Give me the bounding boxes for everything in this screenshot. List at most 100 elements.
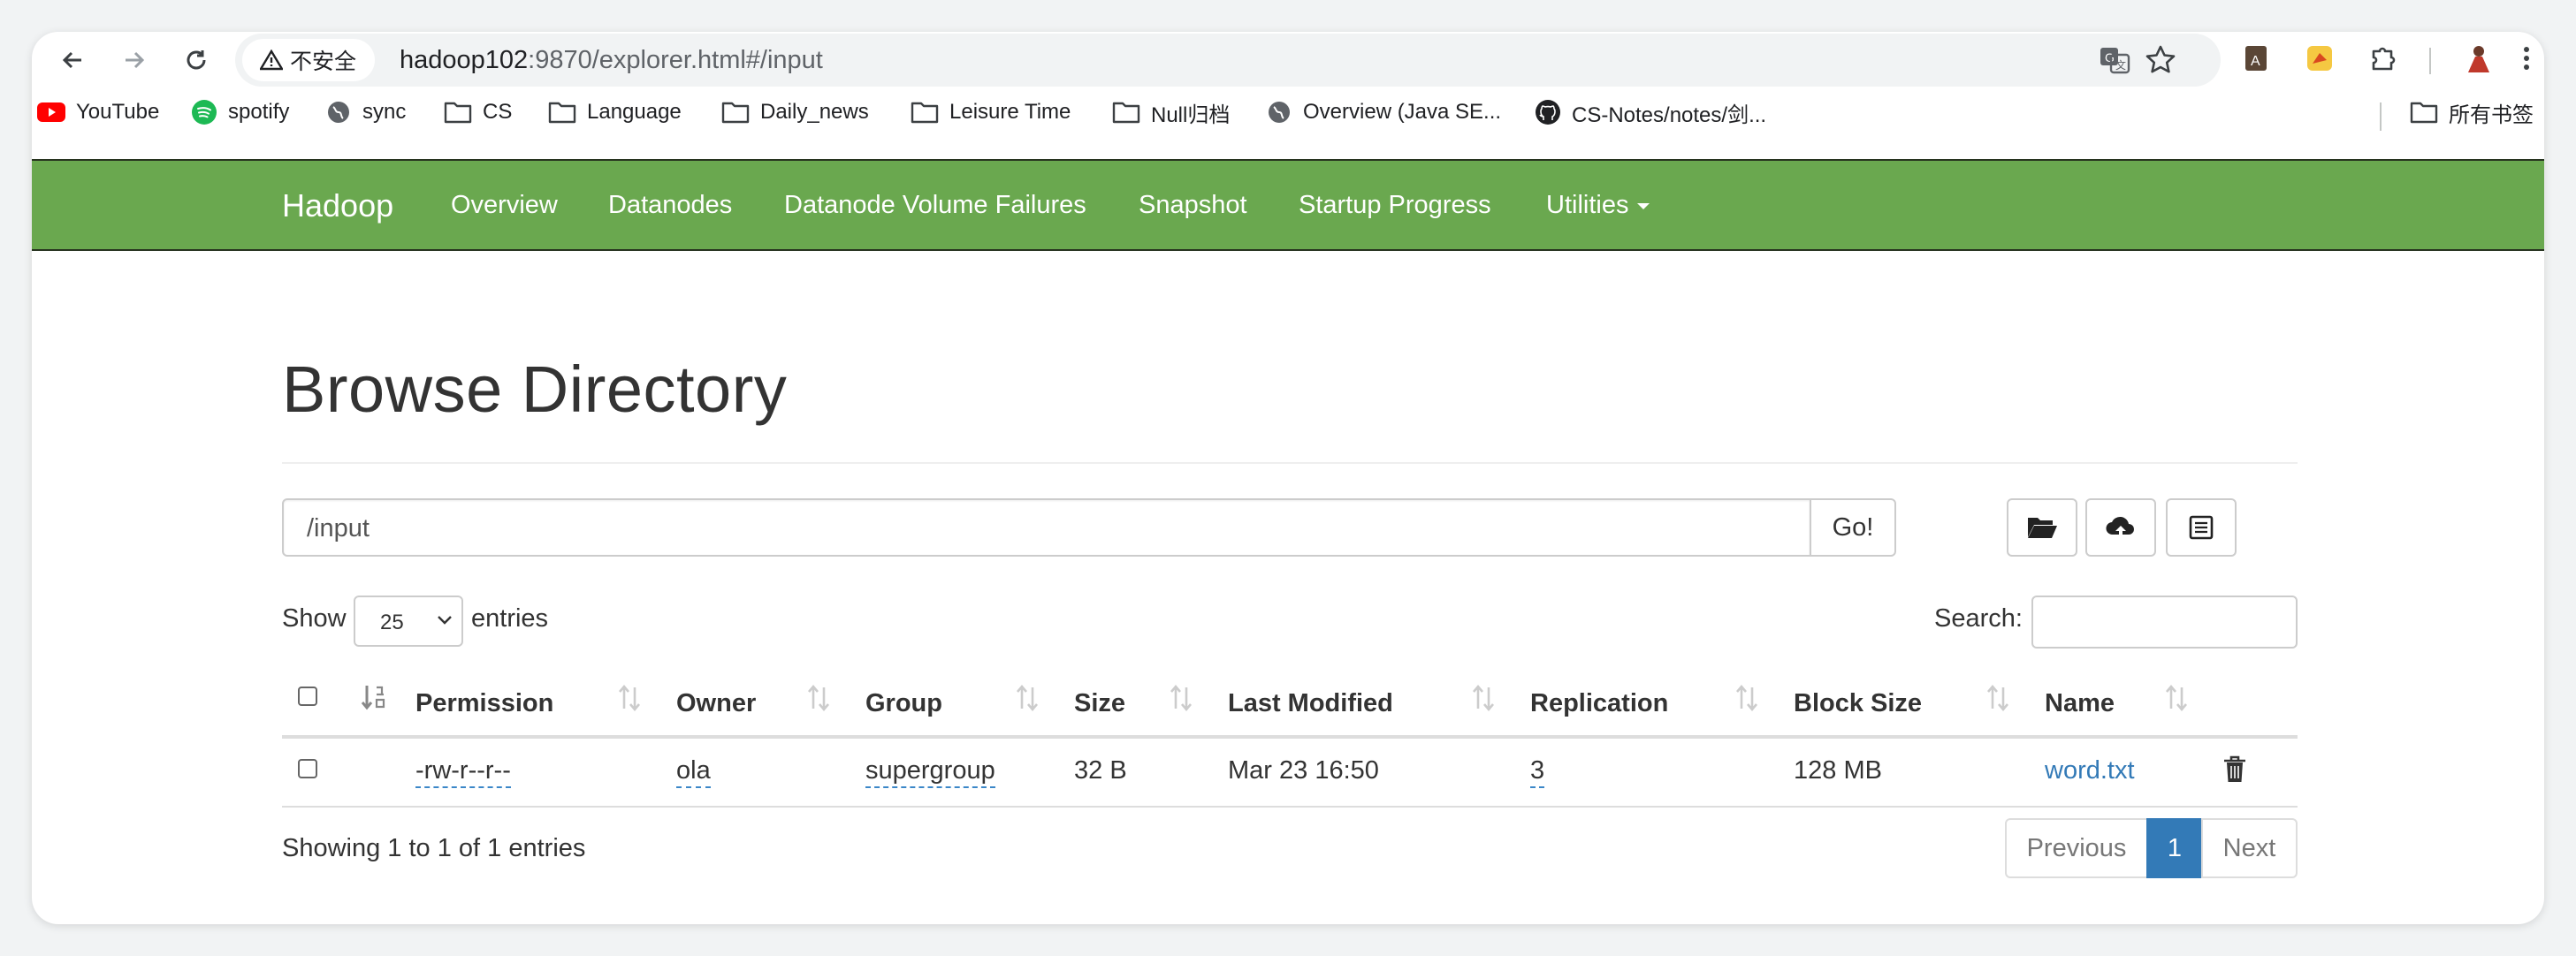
cell-group[interactable]: supergroup — [865, 756, 995, 788]
back-arrow-icon — [62, 51, 81, 69]
bookmark-sync[interactable]: sync — [325, 90, 406, 134]
column-header-block-size[interactable]: Block Size — [1794, 689, 1922, 718]
sort-icon[interactable] — [1015, 682, 1040, 714]
table-search-input[interactable] — [2031, 596, 2298, 649]
sort-icon[interactable] — [2164, 682, 2189, 714]
folder-icon — [444, 102, 472, 124]
upload-files-button[interactable] — [2085, 498, 2156, 557]
chevron-down-icon — [438, 616, 452, 625]
sort-numeric-icon[interactable] — [359, 682, 389, 714]
url-host: hadoop102 — [400, 46, 529, 74]
bookmark-label: spotify — [228, 100, 290, 124]
search-label: Search: — [1934, 604, 2023, 633]
bookmark-label: CS-Notes/notes/剑... — [1572, 102, 1767, 127]
extensions-puzzle-icon[interactable] — [2366, 41, 2401, 76]
column-header-permission[interactable]: Permission — [415, 689, 553, 718]
bookmarks-divider — [2380, 102, 2382, 131]
column-header-last-modified[interactable]: Last Modified — [1228, 689, 1393, 718]
forward-button[interactable] — [117, 42, 152, 78]
show-label: Show — [282, 604, 347, 633]
column-header-owner[interactable]: Owner — [676, 689, 756, 718]
sort-icon[interactable] — [806, 682, 831, 714]
page-title: Browse Directory — [282, 353, 788, 426]
file-name-link[interactable]: word.txt — [2045, 756, 2135, 785]
entries-per-page-select[interactable]: 25 — [354, 596, 463, 647]
address-bar[interactable]: 不安全 hadoop102:9870/explorer.html#/input … — [235, 34, 2221, 87]
sort-icon[interactable] — [1471, 682, 1496, 714]
sort-icon[interactable] — [1169, 682, 1193, 714]
sort-icon[interactable] — [1985, 682, 2010, 714]
nav-datanodes[interactable]: Datanodes — [608, 191, 732, 220]
pagination-next[interactable]: Next — [2201, 818, 2298, 878]
svg-text:A: A — [2251, 54, 2260, 69]
row-checkbox[interactable] — [298, 759, 317, 778]
cut-paste-button[interactable] — [2166, 498, 2237, 557]
folder-open-icon — [2028, 518, 2057, 538]
column-header-group[interactable]: Group — [865, 689, 942, 718]
browser-window: 不安全 hadoop102:9870/explorer.html#/input … — [32, 32, 2544, 924]
replication-value: 3 — [1530, 756, 1545, 788]
bookmark-label: Daily_news — [760, 100, 869, 124]
go-button[interactable]: Go! — [1810, 498, 1896, 557]
group-value: supergroup — [865, 756, 995, 788]
bookmark-folder-null[interactable]: Null归档 — [1112, 90, 1230, 134]
bookmark-folder-cs[interactable]: CS — [444, 90, 512, 134]
bookmark-folder-daily-news[interactable]: Daily_news — [721, 90, 869, 134]
svg-text:G: G — [2105, 50, 2115, 64]
menu-kebab-icon[interactable] — [2509, 41, 2544, 76]
bookmark-youtube[interactable]: YouTube — [37, 90, 159, 134]
cell-permission[interactable]: -rw-r--r-- — [415, 756, 511, 788]
cloud-upload-icon — [2106, 516, 2134, 538]
folder-icon — [911, 102, 939, 124]
cell-owner[interactable]: ola — [676, 756, 711, 788]
url-text[interactable]: hadoop102:9870/explorer.html#/input — [400, 46, 823, 75]
folder-icon — [1112, 102, 1140, 124]
column-header-name[interactable]: Name — [2045, 689, 2115, 718]
back-button[interactable] — [55, 42, 90, 78]
nav-overview[interactable]: Overview — [451, 191, 558, 220]
column-header-size[interactable]: Size — [1074, 689, 1125, 718]
cell-size: 32 B — [1074, 756, 1127, 785]
bookmark-label: CS — [483, 100, 513, 124]
column-header-replication[interactable]: Replication — [1530, 689, 1668, 718]
nav-startup-progress[interactable]: Startup Progress — [1299, 191, 1491, 220]
bookmark-spotify[interactable]: spotify — [191, 90, 289, 134]
sort-icon[interactable] — [617, 682, 642, 714]
extension-bird-icon[interactable] — [2302, 41, 2337, 76]
reload-button[interactable] — [179, 42, 214, 78]
navbar-brand[interactable]: Hadoop — [282, 187, 393, 224]
bookmark-label: Null归档 — [1151, 102, 1231, 127]
bookmark-label: Leisure Time — [949, 100, 1071, 124]
bookmark-all-bookmarks[interactable]: 所有书签 — [2410, 90, 2534, 134]
create-directory-button[interactable] — [2007, 498, 2077, 557]
bookmark-java-overview[interactable]: Overview (Java SE... — [1266, 90, 1501, 134]
nav-snapshot[interactable]: Snapshot — [1139, 191, 1247, 220]
bookmark-folder-language[interactable]: Language — [548, 90, 682, 134]
bookmark-star-icon[interactable] — [2143, 42, 2178, 78]
spotify-icon — [192, 100, 217, 125]
youtube-icon — [37, 102, 65, 122]
directory-path-input[interactable]: /input — [282, 498, 1811, 557]
folder-icon — [721, 102, 750, 124]
entries-label: entries — [471, 604, 549, 633]
translate-icon[interactable]: G文 — [2097, 42, 2132, 78]
trash-icon[interactable] — [2222, 755, 2247, 785]
browser-toolbar: 不安全 hadoop102:9870/explorer.html#/input … — [32, 32, 2544, 88]
bookmarks-bar: YouTube spotify sync CS Language Daily_n… — [32, 90, 2544, 134]
bookmark-folder-leisure-time[interactable]: Leisure Time — [911, 90, 1071, 134]
extension-a-icon[interactable]: A — [2238, 41, 2274, 76]
profile-avatar[interactable] — [2461, 41, 2496, 76]
bookmark-cs-notes[interactable]: CS-Notes/notes/剑... — [1535, 90, 1766, 134]
caret-down-icon — [1637, 202, 1650, 209]
sort-icon[interactable] — [1734, 682, 1759, 714]
security-chip[interactable]: 不安全 — [242, 39, 375, 81]
cell-replication[interactable]: 3 — [1530, 756, 1545, 788]
list-alt-icon — [2189, 515, 2214, 540]
permission-value: -rw-r--r-- — [415, 756, 511, 788]
nav-utilities-dropdown[interactable]: Utilities — [1546, 191, 1650, 220]
pagination-previous[interactable]: Previous — [2005, 818, 2148, 878]
select-all-checkbox[interactable] — [298, 687, 317, 706]
globe-icon — [328, 102, 349, 123]
pagination-page-1[interactable]: 1 — [2146, 818, 2203, 878]
nav-datanode-volume-failures[interactable]: Datanode Volume Failures — [784, 191, 1086, 220]
